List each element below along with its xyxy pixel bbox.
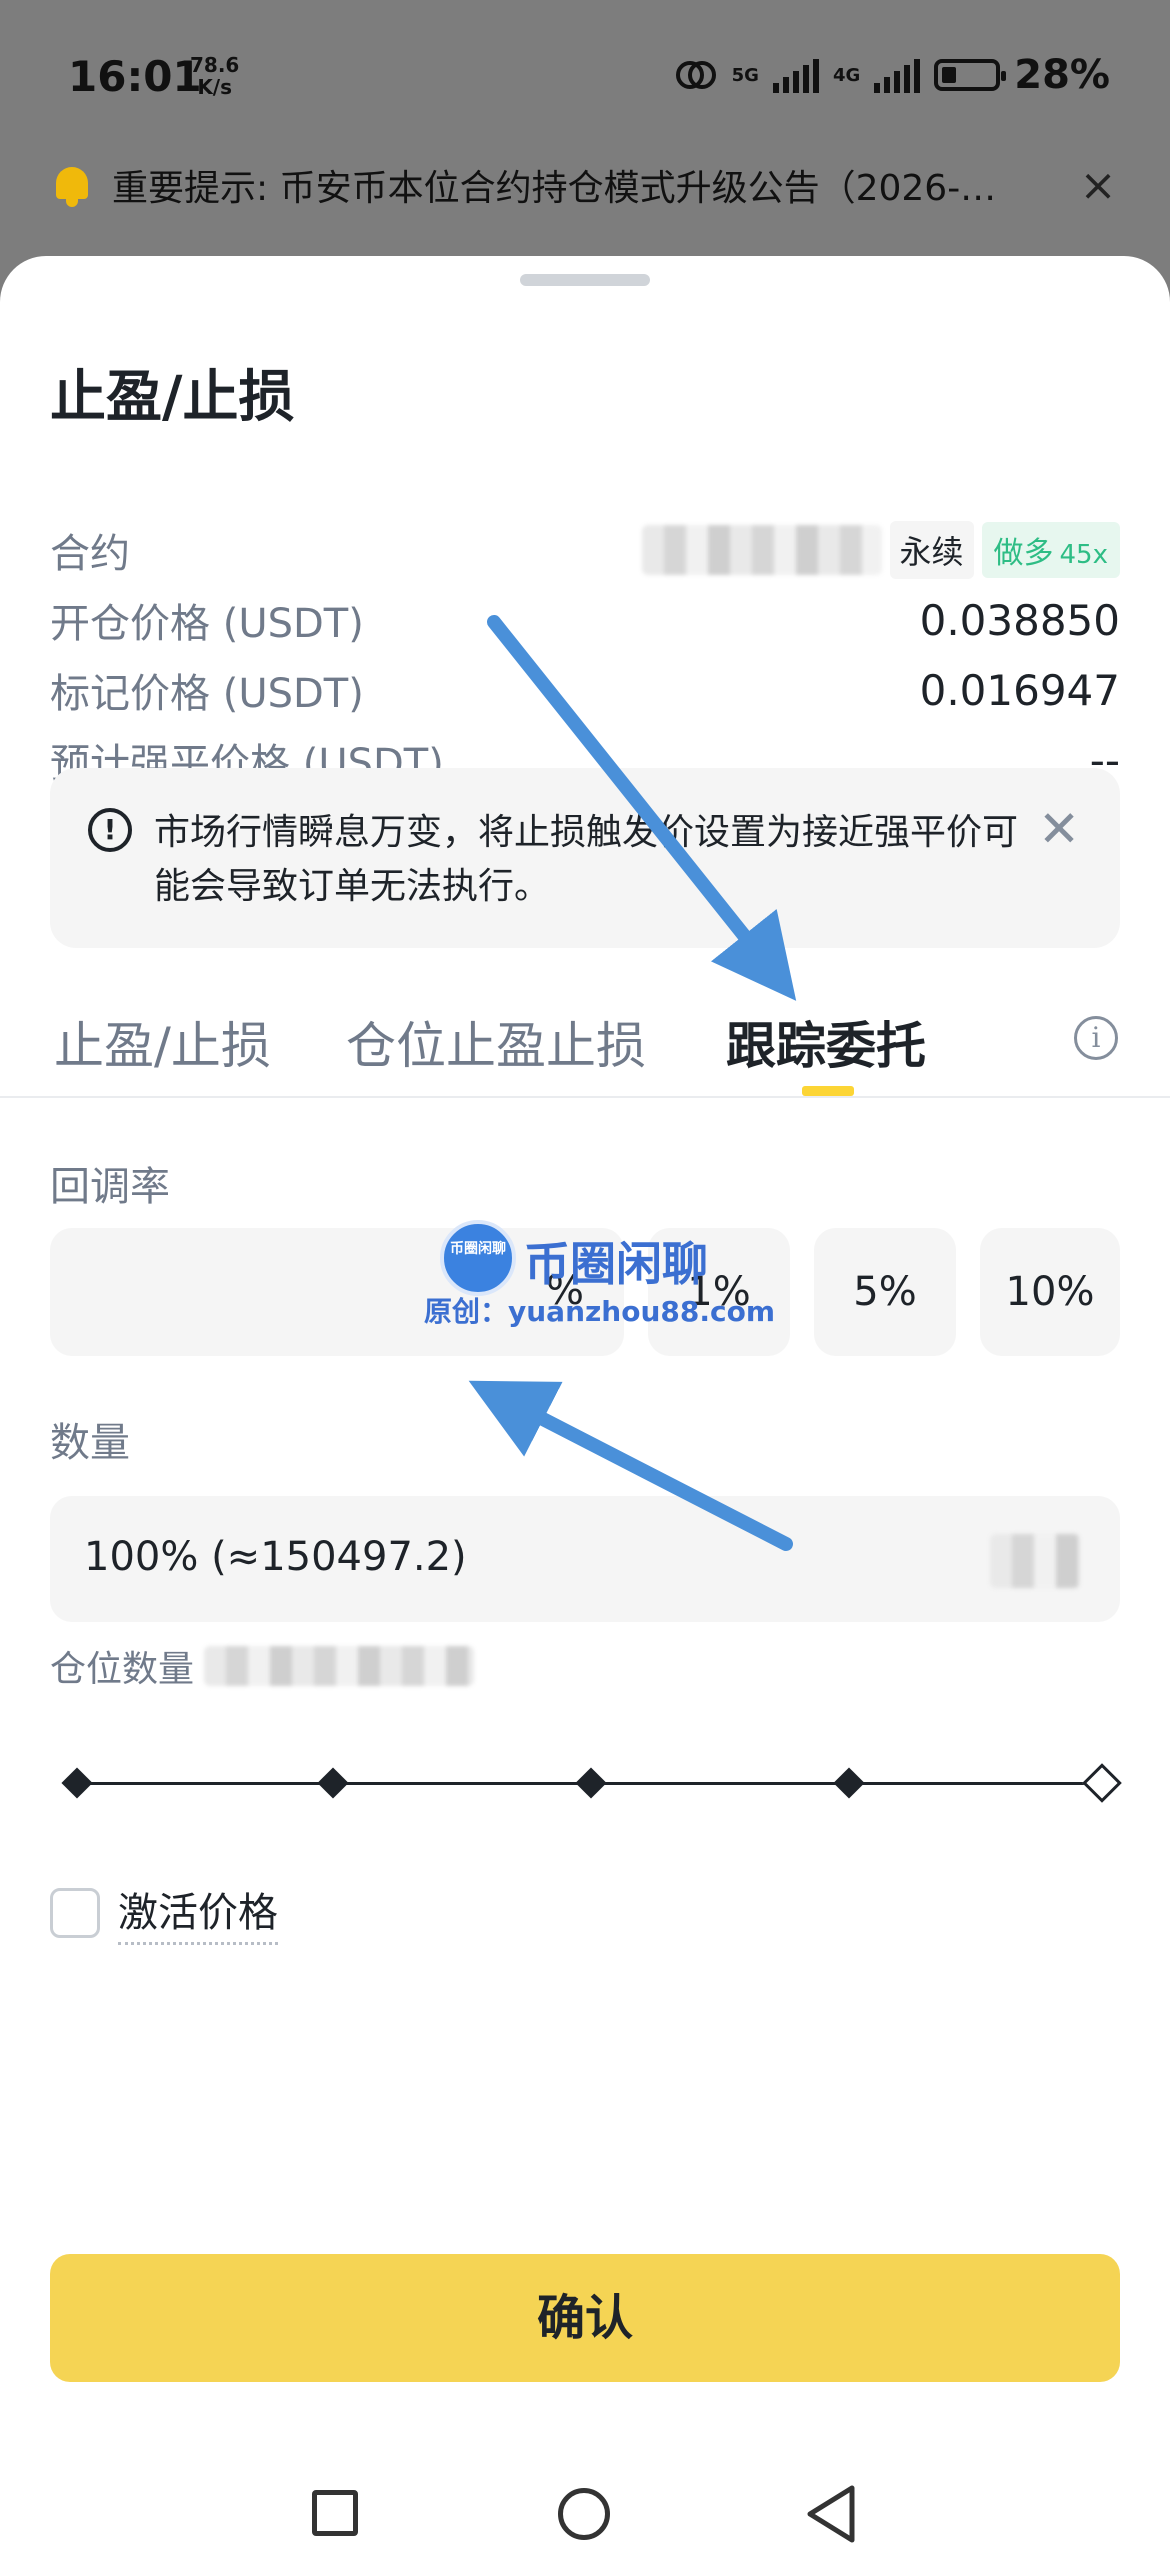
system-nav-bar (0, 2456, 1170, 2560)
quantity-label: 数量 (50, 1420, 130, 1466)
info-icon[interactable]: i (1074, 1016, 1118, 1060)
slider-stop-75[interactable] (833, 1767, 865, 1799)
confirm-button[interactable]: 确认 (50, 2254, 1120, 2382)
risk-warning-text: 市场行情瞬息万变，将止损触发价设置为接近强平价可能会导致订单无法执行。 (154, 812, 1019, 907)
watermark-brand: 币圈闲聊 (524, 1237, 708, 1291)
tab-tpsl[interactable]: 止盈/止损 (54, 1006, 271, 1078)
network-speed-value: 78.6 (190, 53, 240, 77)
contract-symbol-redacted (641, 525, 882, 575)
position-quantity-label: 仓位数量 (50, 1649, 195, 1690)
activation-price-checkbox[interactable] (50, 1887, 100, 1938)
drag-handle[interactable] (520, 274, 650, 286)
mark-price-value: 0.016947 (919, 665, 1120, 715)
sheet-title: 止盈/止损 (50, 365, 295, 430)
mark-price-row: 标记价格 (USDT) 0.016947 (50, 660, 1120, 720)
activation-price-label[interactable]: 激活价格 (118, 1880, 278, 1945)
contract-label: 合约 (50, 531, 130, 577)
activation-price-toggle[interactable]: 激活价格 (50, 1880, 278, 1945)
quantity-slider[interactable] (61, 1763, 1122, 1804)
home-icon[interactable] (558, 2488, 610, 2540)
network-speed-unit: K/s (197, 75, 233, 99)
quantity-input[interactable]: 100% (≈150497.2) (50, 1496, 1120, 1622)
slider-thumb[interactable] (1082, 1763, 1122, 1803)
callback-chip-10[interactable]: 10% (980, 1228, 1120, 1356)
signal-icon-2 (874, 57, 921, 93)
alert-icon: ! (88, 808, 132, 852)
status-time: 16:01 (68, 52, 202, 101)
perpetual-tag: 永续 (889, 521, 974, 579)
contract-row: 合约 永续 做多 45x (50, 520, 1120, 580)
tab-trailing-stop[interactable]: 跟踪委托 (726, 1006, 926, 1078)
order-type-tabs: 止盈/止损 仓位止盈止损 跟踪委托 i (0, 978, 1170, 1098)
slider-stop-50[interactable] (575, 1767, 607, 1799)
risk-warning-banner: ! 市场行情瞬息万变，将止损触发价设置为接近强平价可能会导致订单无法执行。 ✕ (50, 768, 1120, 948)
announcement-bar[interactable]: 重要提示: 币安币本位合约持仓模式升级公告（2026-… × (50, 150, 1120, 220)
status-bar: 16:01 78.6 K/s 5G 4G 28% (0, 0, 1170, 150)
slider-stop-0[interactable] (61, 1767, 93, 1799)
announcement-text[interactable]: 重要提示: 币安币本位合约持仓模式升级公告（2026-… (112, 159, 1056, 211)
callback-rate-label: 回调率 (50, 1164, 170, 1210)
direction-tag: 做多 45x (981, 522, 1120, 578)
entry-price-row: 开仓价格 (USDT) 0.038850 (50, 590, 1120, 650)
network-label-4g: 4G (832, 64, 861, 86)
entry-price-value: 0.038850 (919, 595, 1120, 645)
quantity-unit-redacted (990, 1534, 1080, 1588)
mark-price-label: 标记价格 (USDT) (50, 671, 364, 717)
signal-icon (772, 57, 819, 93)
network-label-5g: 5G (731, 64, 759, 86)
contract-value: 永续 做多 45x (641, 521, 1120, 579)
back-icon[interactable] (804, 2484, 858, 2544)
quantity-value: 100% (≈150497.2) (84, 1534, 467, 1580)
bell-icon (50, 163, 94, 207)
close-icon[interactable]: × (1076, 160, 1120, 211)
slider-stop-25[interactable] (317, 1767, 349, 1799)
tpsl-bottom-sheet: 止盈/止损 合约 永续 做多 45x 开仓价格 (USDT) 0.038850 标… (0, 256, 1170, 2560)
hotspot-icon (675, 61, 716, 89)
leverage-text: 45x (1059, 540, 1108, 570)
tab-position-tpsl[interactable]: 仓位止盈止损 (346, 1006, 646, 1078)
recent-apps-icon[interactable] (312, 2490, 358, 2536)
position-quantity-redacted (204, 1646, 475, 1686)
battery-icon (934, 59, 1007, 91)
status-icons: 5G 4G 28% (674, 52, 1110, 98)
direction-text: 做多 (993, 536, 1054, 571)
entry-price-label: 开仓价格 (USDT) (50, 601, 364, 647)
watermark-logo: 币圈闲聊 (440, 1220, 516, 1296)
network-speed: 78.6 K/s (190, 54, 239, 98)
callback-chip-5[interactable]: 5% (814, 1228, 956, 1356)
watermark-url: 原创：yuanzhou88.com (424, 1295, 776, 1328)
position-quantity: 仓位数量 (50, 1640, 475, 1692)
battery-level: 28% (1014, 52, 1110, 98)
close-icon[interactable]: ✕ (1038, 800, 1080, 858)
active-tab-indicator (802, 1086, 854, 1096)
